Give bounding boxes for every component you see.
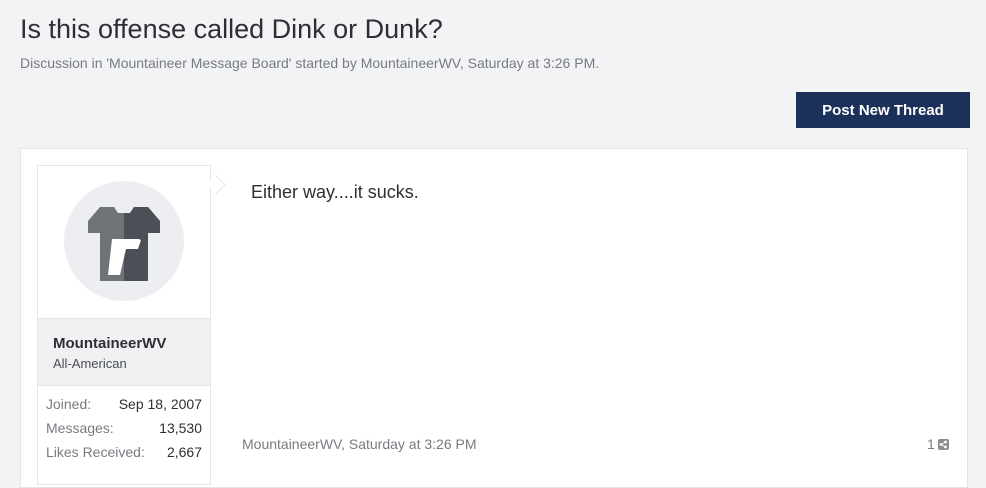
user-block-arrow [207, 175, 226, 194]
share-icon[interactable] [937, 438, 949, 450]
stat-messages: Messages: 13,530 [38, 416, 210, 440]
thread-subtitle: Discussion in 'Mountaineer Message Board… [20, 55, 600, 71]
post-author-title: All-American [53, 356, 127, 371]
stat-label: Likes Received: [46, 444, 145, 460]
post-permalink[interactable]: 1 [927, 436, 949, 452]
thread-title: Is this offense called Dink or Dunk? [20, 14, 443, 44]
post-meta[interactable]: MountaineerWV, Saturday at 3:26 PM [242, 436, 477, 452]
shirt-logo-icon [88, 207, 160, 281]
post-message: Either way....it sucks. [251, 182, 419, 202]
stat-joined: Joined: Sep 18, 2007 [38, 392, 210, 416]
post-container: MountaineerWV All-American Joined: Sep 1… [20, 148, 968, 488]
post-number[interactable]: 1 [927, 436, 935, 452]
user-stats: Joined: Sep 18, 2007 Messages: 13,530 Li… [38, 392, 210, 464]
post-author-name[interactable]: MountaineerWV [53, 335, 166, 352]
user-info-block: MountaineerWV All-American Joined: Sep 1… [37, 165, 226, 485]
stat-likes: Likes Received: 2,667 [38, 440, 210, 464]
stat-value: 2,667 [166, 444, 202, 460]
stat-label: Messages: [46, 420, 114, 436]
avatar[interactable] [64, 181, 184, 301]
stat-label: Joined: [46, 396, 92, 412]
stat-value[interactable]: 13,530 [159, 416, 202, 440]
user-name-area: MountaineerWV All-American [38, 318, 210, 386]
stat-value: Sep 18, 2007 [118, 396, 202, 412]
post-new-thread-button[interactable]: Post New Thread [796, 92, 970, 128]
